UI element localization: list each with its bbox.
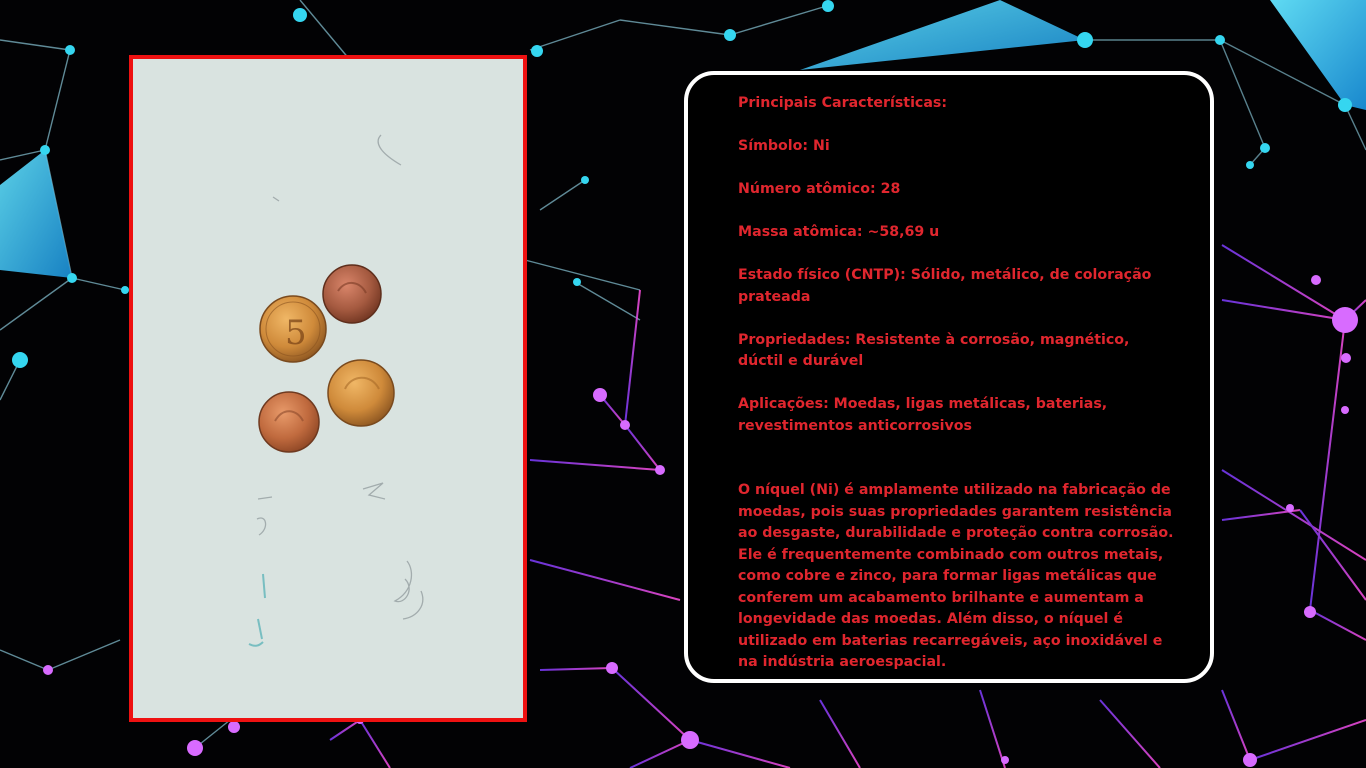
coins-photo-image: 5 [133,59,523,718]
atomic-number-line: Número atômico: 28 [738,181,901,197]
coin-top [322,264,382,324]
physical-state-line: Estado físico (CNTP): Sólido, metálico, … [738,267,1152,305]
symbol-line: Símbolo: Ni [738,138,830,154]
applications-line: Aplicações: Moedas, ligas metálicas, bat… [738,396,1108,434]
properties-line: Propriedades: Resistente à corrosão, mag… [738,331,1130,370]
coin-bottom [258,391,320,453]
description-paragraph: O níquel (Ni) é amplamente utilizado na … [738,482,1174,670]
svg-text:5: 5 [285,313,307,353]
coin-5-centavos: 5 [259,295,327,363]
coin-right [327,359,395,427]
coins-photo: 5 [129,55,527,722]
info-text: Principais Características: Símbolo: Ni … [738,93,1178,695]
characteristics-heading: Principais Características: [738,95,948,111]
atomic-mass-line: Massa atômica: ~58,69 u [738,224,940,240]
info-card: Principais Características: Símbolo: Ni … [684,71,1214,683]
